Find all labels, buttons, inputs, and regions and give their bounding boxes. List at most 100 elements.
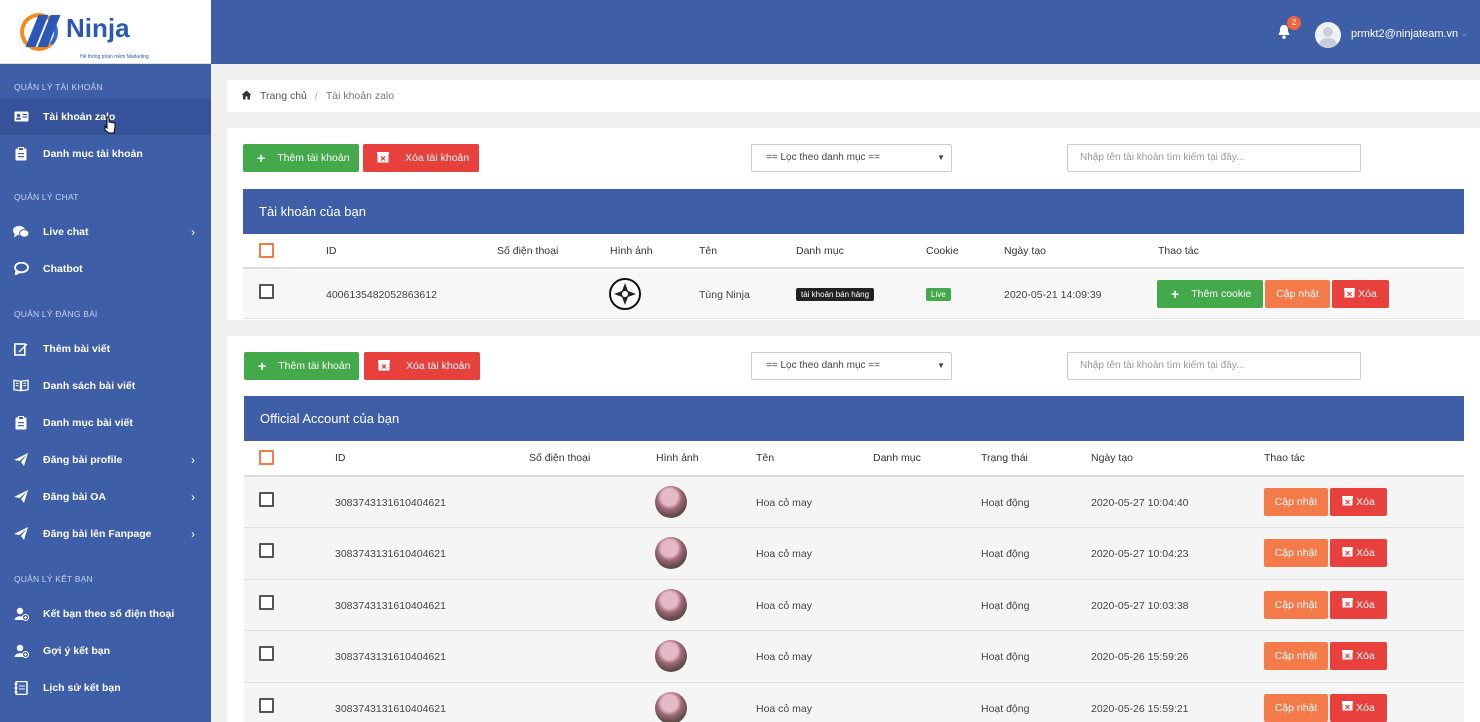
sidebar-item-post-list[interactable]: Danh sách bài viết	[0, 367, 211, 404]
delete-row-button[interactable]: Xóa	[1330, 539, 1387, 568]
logo[interactable]: Ninja Hệ thống phần mềm Marketing	[0, 0, 211, 64]
select-all-checkbox[interactable]	[259, 243, 274, 258]
delete-row-button[interactable]: Xóa	[1330, 642, 1387, 671]
trash-icon	[1342, 701, 1354, 714]
row-checkbox[interactable]	[259, 492, 274, 507]
oa-search-input[interactable]: Nhập tên tài khoản tìm kiếm tại đây...	[1067, 352, 1361, 380]
category-filter-value: == Lọc theo danh mục ==	[766, 152, 880, 163]
add-account-button[interactable]: + Thêm tài khoản	[243, 144, 359, 172]
ninja-logo-icon	[18, 9, 64, 55]
col-id: ID	[326, 245, 337, 257]
sidebar-item-label: Thêm bài viết	[43, 342, 111, 355]
update-button[interactable]: Cập nhật	[1264, 693, 1328, 722]
delete-label: Xóa	[1358, 288, 1377, 300]
delete-row-button[interactable]: Xóa	[1330, 488, 1387, 516]
sidebar-item-live-chat[interactable]: Live chat ›	[0, 213, 211, 250]
row-name: Hoa cỏ may	[756, 548, 813, 561]
delete-label: Xóa	[1356, 496, 1375, 508]
sidebar-item-friend-history[interactable]: Lịch sử kết bạn	[0, 669, 211, 706]
account-search-input[interactable]: Nhập tên tài khoản tìm kiếm tại đây...	[1067, 144, 1361, 172]
add-cookie-button[interactable]: + Thêm cookie	[1157, 280, 1263, 308]
sidebar-item-label: Danh mục tài khoản	[43, 147, 143, 160]
sidebar-item-label: Danh mục bài viết	[43, 416, 133, 429]
sidebar-item-chatbot[interactable]: Chatbot	[0, 250, 211, 287]
delete-row-button[interactable]: Xóa	[1332, 280, 1389, 308]
sidebar-item-account-categories[interactable]: Danh mục tài khoản	[0, 135, 211, 172]
chevron-right-icon: ›	[191, 490, 195, 504]
oa-category-filter-select[interactable]: == Lọc theo danh mục == ▼	[751, 352, 952, 380]
col-image: Hình ảnh	[610, 245, 653, 257]
cursor-icon	[104, 116, 116, 137]
breadcrumb-home[interactable]: Trang chủ	[260, 90, 307, 102]
oa-avatar	[655, 486, 687, 518]
sidebar-item-post-categories[interactable]: Danh mục bài viết	[0, 404, 211, 441]
row-created: 2020-05-27 10:04:40	[1091, 497, 1189, 509]
row-created: 2020-05-21 14:09:39	[1004, 289, 1102, 301]
user-avatar[interactable]	[1315, 22, 1341, 48]
section-friends-title: QUẢN LÝ KẾT BẠN	[14, 574, 93, 584]
trash-icon	[1342, 598, 1354, 611]
row-name: Hoa cỏ may	[756, 702, 813, 715]
add-cookie-label: Thêm cookie	[1191, 288, 1252, 300]
update-button[interactable]: Cập nhật	[1264, 590, 1328, 619]
col-id: ID	[335, 452, 346, 464]
user-email[interactable]: prmkt2@ninjateam.vn	[1351, 28, 1458, 40]
row-created: 2020-05-27 10:04:23	[1091, 548, 1189, 561]
row-checkbox[interactable]	[259, 646, 274, 662]
category-filter-select[interactable]: == Lọc theo danh mục == ▼	[751, 144, 952, 172]
cookie-status-badge: Live	[926, 288, 951, 301]
sidebar-item-post-fanpage[interactable]: Đăng bài lên Fanpage ›	[0, 515, 211, 552]
row-checkbox[interactable]	[259, 543, 274, 559]
notification-badge: 2	[1287, 16, 1301, 30]
sidebar-item-label: Kết bạn theo số điện thoại	[43, 607, 175, 620]
row-status: Hoạt động	[981, 497, 1030, 509]
sidebar-item-label: Danh sách bài viết	[43, 379, 136, 392]
sidebar-item-add-post[interactable]: Thêm bài viết	[0, 330, 211, 367]
delete-row-button[interactable]: Xóa	[1330, 590, 1387, 619]
breadcrumb-separator: /	[314, 90, 318, 102]
sidebar-item-friend-suggest[interactable]: Gợi ý kết bạn	[0, 632, 211, 669]
col-actions: Thao tác	[1158, 245, 1199, 257]
sidebar-item-label: Chatbot	[43, 262, 83, 275]
section-chat-title: QUẢN LÝ CHAT	[14, 192, 79, 202]
sidebar-item-post-oa[interactable]: Đăng bài OA ›	[0, 478, 211, 515]
oa-select-all-checkbox[interactable]	[259, 450, 274, 465]
breadcrumb: Trang chủ / Tài khoản zalo	[227, 80, 1480, 112]
delete-label: Xóa	[1356, 650, 1375, 663]
add-oa-account-button[interactable]: + Thêm tài khoản	[244, 352, 359, 380]
oa-category-filter-value: == Lọc theo danh mục ==	[766, 360, 880, 371]
breadcrumb-current: Tài khoản zalo	[325, 90, 395, 102]
row-status: Hoạt động	[981, 548, 1030, 561]
delete-account-button[interactable]: Xóa tài khoản	[363, 144, 479, 172]
plus-icon: +	[257, 150, 266, 166]
row-name: Hoa cỏ may	[756, 497, 813, 509]
delete-oa-account-button[interactable]: Xóa tài khoản	[364, 352, 480, 380]
row-checkbox[interactable]	[259, 284, 274, 299]
update-label: Cập nhật	[1274, 496, 1318, 508]
col-image: Hình ảnh	[656, 452, 699, 464]
delete-row-button[interactable]: Xóa	[1330, 693, 1387, 722]
update-button[interactable]: Cập nhật	[1264, 642, 1328, 671]
sidebar-item-label: Đăng bài OA	[43, 490, 107, 503]
update-button[interactable]: Cập nhật	[1264, 488, 1328, 516]
sidebar-item-add-by-phone[interactable]: Kết bạn theo số điện thoại	[0, 595, 211, 632]
table-title-bar: Tài khoản của bạn	[243, 189, 1464, 234]
row-id: 3083743131610404621	[335, 599, 446, 612]
home-icon[interactable]	[241, 90, 252, 103]
row-name: Tùng Ninja	[699, 289, 750, 301]
chat-bubbles-icon	[13, 225, 29, 239]
row-name: Hoa cỏ may	[756, 651, 813, 664]
add-account-label: Thêm tài khoản	[277, 152, 350, 164]
chevron-down-icon[interactable]: ⌄	[1460, 28, 1468, 39]
sidebar-item-label: Gợi ý kết bạn	[43, 644, 110, 657]
sidebar-item-post-profile[interactable]: Đăng bài profile ›	[0, 441, 211, 478]
col-name: Tên	[699, 245, 718, 257]
row-checkbox[interactable]	[259, 697, 274, 713]
book-icon	[13, 379, 29, 393]
update-button[interactable]: Cập nhật	[1264, 539, 1328, 568]
update-button[interactable]: Cập nhật	[1265, 280, 1330, 308]
row-checkbox[interactable]	[259, 594, 274, 610]
plus-icon: +	[1171, 286, 1180, 302]
sidebar-item-zalo-accounts[interactable]: Tài khoản zalo	[0, 98, 211, 135]
logo-text: Ninja	[66, 13, 130, 43]
